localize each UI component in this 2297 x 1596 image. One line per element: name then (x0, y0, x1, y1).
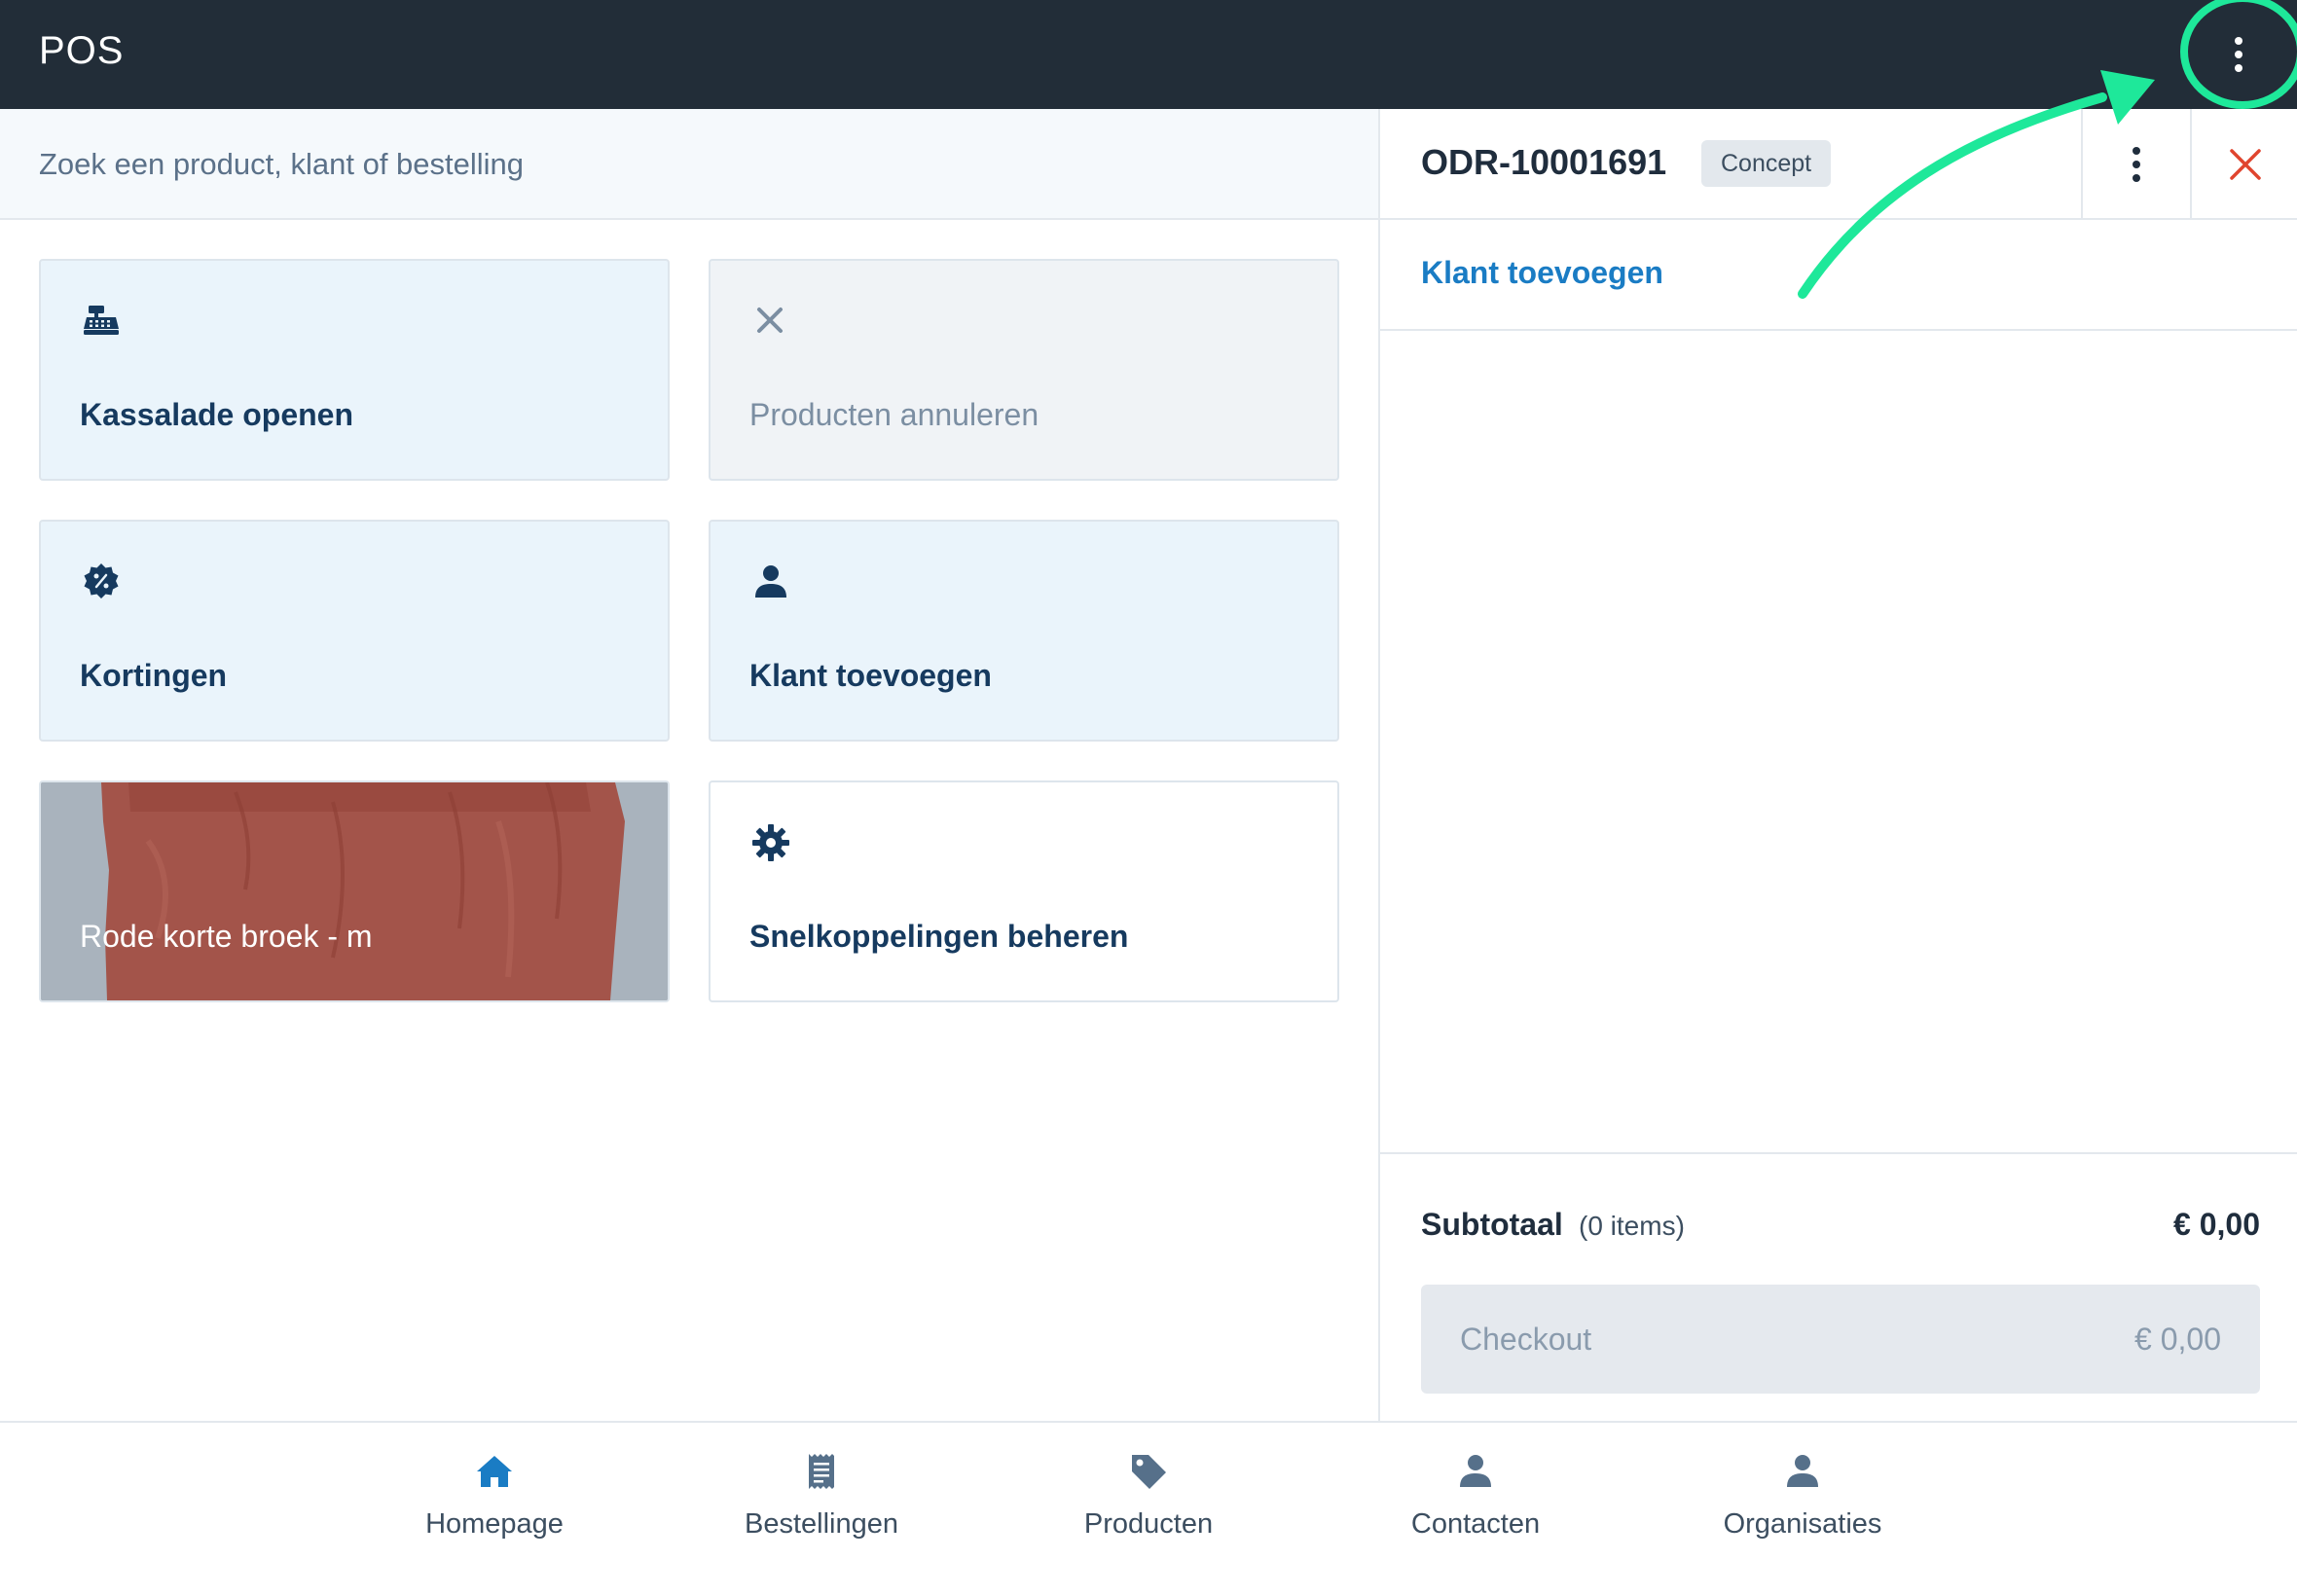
order-header: ODR-10001691 Concept (1380, 109, 2297, 220)
add-customer-link[interactable]: Klant toevoegen (1421, 255, 1663, 291)
tile-label: Kortingen (80, 658, 228, 693)
tag-icon (1132, 1455, 1166, 1489)
nav-item-products[interactable]: Producten (1032, 1450, 1265, 1567)
nav-label: Homepage (425, 1508, 564, 1540)
subtotal-label: Subtotaal (1421, 1207, 1563, 1242)
tile-label: Producten annuleren (749, 397, 1039, 432)
nav-item-contacts[interactable]: Contacten (1359, 1450, 1592, 1567)
receipt-icon (809, 1454, 834, 1489)
nav-item-orders[interactable]: Bestellingen (705, 1450, 938, 1567)
search-bar (0, 109, 1378, 220)
tile-add-customer[interactable]: Klant toevoegen (709, 520, 1339, 742)
top-bar: POS (0, 0, 2297, 109)
close-icon (757, 308, 783, 333)
product-photo (41, 782, 668, 1000)
checkout-label: Checkout (1460, 1322, 1592, 1357)
nav-item-organizations[interactable]: Organisaties (1686, 1450, 1919, 1567)
tile-product-red-shorts[interactable]: Rode korte broek - m (39, 780, 670, 1002)
more-vertical-icon (2133, 147, 2140, 182)
nav-label: Producten (1083, 1508, 1214, 1540)
nav-label: Bestellingen (745, 1508, 898, 1540)
user-icon (1787, 1455, 1818, 1487)
add-customer-row: Klant toevoegen (1380, 220, 2297, 331)
order-id: ODR-10001691 (1421, 142, 1667, 182)
user-icon (1460, 1455, 1491, 1487)
status-badge: Concept (1701, 140, 1832, 187)
bottom-nav: Homepage Bestellingen Producten Contacte… (0, 1421, 2297, 1596)
tile-discounts[interactable]: Kortingen (39, 520, 670, 742)
order-footer: Subtotaal (0 items) € 0,00 Checkout € 0,… (1380, 1152, 2297, 1421)
gear-icon (752, 824, 789, 861)
order-more-button[interactable] (2081, 109, 2190, 220)
tile-open-cash-drawer[interactable]: Kassalade openen (39, 259, 670, 481)
nav-label: Contacten (1410, 1508, 1541, 1540)
user-icon (755, 565, 786, 598)
subtotal-count: (0 items) (1579, 1211, 1685, 1241)
tile-cancel-products[interactable]: Producten annuleren (709, 259, 1339, 481)
tile-label: Rode korte broek - m (80, 919, 373, 954)
checkout-button[interactable]: Checkout € 0,00 (1421, 1285, 2260, 1394)
order-panel: ODR-10001691 Concept Klant toevoegen Sub… (1378, 109, 2297, 1421)
order-close-button[interactable] (2190, 109, 2297, 220)
tile-manage-shortcuts[interactable]: Snelkoppelingen beheren (709, 780, 1339, 1002)
app-title: POS (39, 29, 125, 72)
discount-badge-icon (84, 563, 119, 598)
close-icon (2230, 149, 2261, 180)
tile-label: Kassalade openen (80, 397, 353, 432)
tile-label: Snelkoppelingen beheren (749, 919, 1129, 954)
home-icon (477, 1456, 512, 1487)
nav-item-homepage[interactable]: Homepage (378, 1450, 611, 1567)
checkout-amount: € 0,00 (2134, 1322, 2221, 1357)
search-input[interactable] (39, 138, 1304, 191)
tile-label: Klant toevoegen (749, 658, 992, 693)
nav-label: Organisaties (1723, 1508, 1882, 1540)
cash-register-icon (84, 306, 119, 335)
subtotal-value: € 0,00 (2173, 1207, 2260, 1242)
